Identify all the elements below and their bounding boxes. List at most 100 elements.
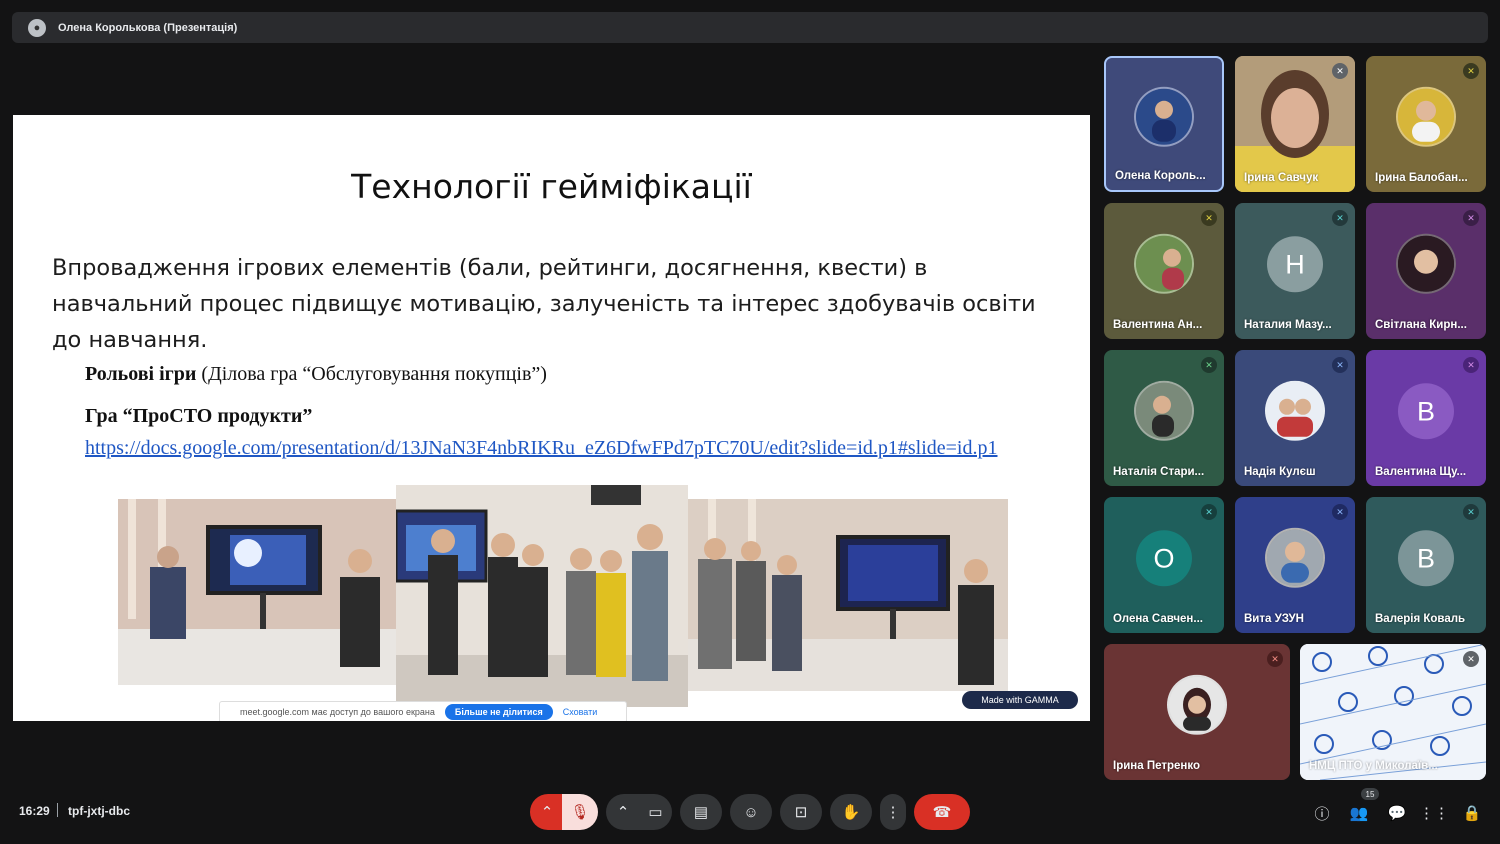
apps-icon: ⋮⋮	[1419, 805, 1449, 822]
people-icon: 👥	[1349, 805, 1369, 822]
participant-tile[interactable]: ✕ Наталія Стари...	[1104, 350, 1224, 486]
classroom-photo-2	[396, 485, 688, 707]
participant-tile[interactable]: ✕ Надія Кулєш	[1235, 350, 1355, 486]
participant-initial: O	[1136, 530, 1192, 587]
participant-name: Олена Савчен...	[1113, 613, 1203, 625]
hide-share-bar-button[interactable]: Сховати	[563, 707, 598, 717]
mic-off-icon: ✕	[1463, 651, 1479, 667]
participant-name: НМЦ ПТО у Миколаїв...	[1309, 760, 1438, 772]
game-title: Гра “ПроСТО продукти”	[85, 405, 313, 427]
participant-avatar	[1134, 380, 1194, 441]
mic-off-icon: ✕	[1201, 504, 1217, 520]
participant-tile[interactable]: O ✕ Олена Савчен...	[1104, 497, 1224, 633]
role-games-rest: (Ділова гра “Обслуговування покупців”)	[196, 363, 547, 385]
participant-name: Олена Король...	[1115, 170, 1206, 182]
participant-name: Валентина Щу...	[1375, 466, 1467, 478]
participant-tile[interactable]: ✕ Світлана Кирн...	[1366, 203, 1486, 339]
screen-share-bar: meet.google.com має доступ до вашого екр…	[219, 701, 627, 721]
mic-off-icon: ✕	[1201, 357, 1217, 373]
participant-name: Валерія Коваль	[1375, 613, 1466, 625]
mic-off-icon: ✕	[1463, 504, 1479, 520]
participant-tile[interactable]: H ✕ Наталия Мазу...	[1235, 203, 1355, 339]
end-call-icon: ☎	[932, 804, 952, 821]
mic-options-button[interactable]: ⌃	[530, 794, 564, 830]
participant-tile[interactable]: ✕ Валентина Ан...	[1104, 203, 1224, 339]
mic-off-icon: ✕	[1332, 63, 1348, 79]
shared-slide: Технології гейміфікації Впровадження ігр…	[13, 115, 1090, 721]
participant-tile[interactable]: ✕ Ірина Савчук	[1235, 56, 1355, 192]
chat-button[interactable]: 💬	[1386, 802, 1408, 824]
host-controls-button[interactable]: 🔒	[1461, 802, 1483, 824]
participant-avatar	[1265, 527, 1325, 588]
camera-options-button[interactable]: ⌃	[606, 794, 640, 830]
captions-icon: ▤	[693, 804, 709, 821]
mic-off-icon: ✕	[1463, 357, 1479, 373]
camera-toggle-button[interactable]: ▭	[639, 794, 672, 830]
participant-tile[interactable]: ✕ Вита УЗУН	[1235, 497, 1355, 633]
participant-avatar	[1134, 86, 1194, 147]
participant-tile[interactable]: B ✕ Валерія Коваль	[1366, 497, 1486, 633]
participant-avatar	[1396, 233, 1456, 294]
more-options-button[interactable]: ⋮	[880, 794, 906, 830]
people-button[interactable]: 👥	[1348, 802, 1370, 824]
mic-off-icon: ✕	[1332, 210, 1348, 226]
reactions-button[interactable]: ☺	[730, 794, 772, 830]
participant-avatar	[1396, 86, 1456, 147]
participant-name: Ірина Савчук	[1244, 172, 1319, 184]
share-bar-text: meet.google.com має доступ до вашого екр…	[240, 707, 435, 717]
chat-icon: 💬	[1387, 805, 1407, 822]
divider	[57, 803, 58, 817]
game-link[interactable]: https://docs.google.com/presentation/d/1…	[85, 435, 1025, 461]
mic-off-icon: ✕	[1463, 210, 1479, 226]
presenter-label: Олена Королькова (Презентація)	[58, 21, 238, 34]
presentation-header: ● Олена Королькова (Презентація)	[12, 12, 1488, 43]
slide-body-text: Впровадження ігрових елементів (бали, ре…	[52, 255, 1036, 353]
participant-tile[interactable]: ✕ Ірина Петренко	[1104, 644, 1290, 780]
participant-count-badge: 15	[1361, 788, 1379, 800]
participant-tile[interactable]: Олена Король...	[1104, 56, 1224, 192]
participant-name: Валентина Ан...	[1113, 319, 1203, 331]
participant-name: Надія Кулєш	[1244, 466, 1316, 478]
presenter-avatar-icon: ●	[28, 18, 46, 37]
mic-off-icon: ✕	[1463, 63, 1479, 79]
role-games-bold: Рольові ігри	[85, 363, 197, 385]
participant-name: Наталія Стари...	[1113, 466, 1205, 478]
participant-avatar	[1265, 380, 1325, 441]
mic-toggle-button[interactable]: 🎙	[562, 794, 598, 830]
participant-name: Ірина Балобан...	[1375, 172, 1468, 184]
role-games-line: Рольові ігри (Ділова гра “Обслуговування…	[85, 363, 547, 386]
participant-initial: B	[1398, 530, 1454, 587]
participant-name: Світлана Кирн...	[1375, 319, 1467, 331]
stop-sharing-button[interactable]: Більше не ділитися	[444, 704, 553, 720]
clock: 16:29	[19, 804, 50, 818]
participant-initial: H	[1267, 236, 1323, 293]
present-button[interactable]: ⊡	[780, 794, 822, 830]
classroom-photo-1	[118, 499, 396, 685]
chevron-up-icon: ⌃	[616, 804, 630, 821]
participant-initial: B	[1398, 383, 1454, 440]
gamma-badge: Made with GAMMA	[962, 691, 1078, 709]
participant-tile[interactable]: ✕ НМЦ ПТО у Миколаїв...	[1300, 644, 1486, 780]
mic-off-icon: ✕	[1332, 357, 1348, 373]
info-icon: ⓘ	[1314, 805, 1330, 823]
participant-tile[interactable]: ✕ Ірина Балобан...	[1366, 56, 1486, 192]
more-icon: ⋮	[885, 804, 901, 821]
participant-name: Наталия Мазу...	[1244, 319, 1332, 331]
captions-button[interactable]: ▤	[680, 794, 722, 830]
present-icon: ⊡	[794, 804, 808, 821]
participant-avatar	[1167, 674, 1227, 735]
raise-hand-button[interactable]: ✋	[830, 794, 872, 830]
mic-off-icon: ✕	[1267, 651, 1283, 667]
mic-off-icon: ✕	[1332, 504, 1348, 520]
meeting-info-button[interactable]: ⓘ	[1311, 802, 1333, 824]
activities-button[interactable]: ⋮⋮	[1419, 802, 1449, 824]
participant-name: Ірина Петренко	[1113, 760, 1200, 772]
chevron-up-icon: ⌃	[540, 804, 554, 821]
slide-title: Технології гейміфікації	[351, 167, 752, 206]
participant-tile[interactable]: B ✕ Валентина Щу...	[1366, 350, 1486, 486]
mic-off-icon: 🎙	[570, 804, 590, 821]
leave-call-button[interactable]: ☎	[914, 794, 970, 830]
participant-name: Вита УЗУН	[1244, 613, 1304, 625]
meeting-code: tpf-jxtj-dbc	[68, 804, 130, 818]
camera-icon: ▭	[648, 804, 663, 821]
